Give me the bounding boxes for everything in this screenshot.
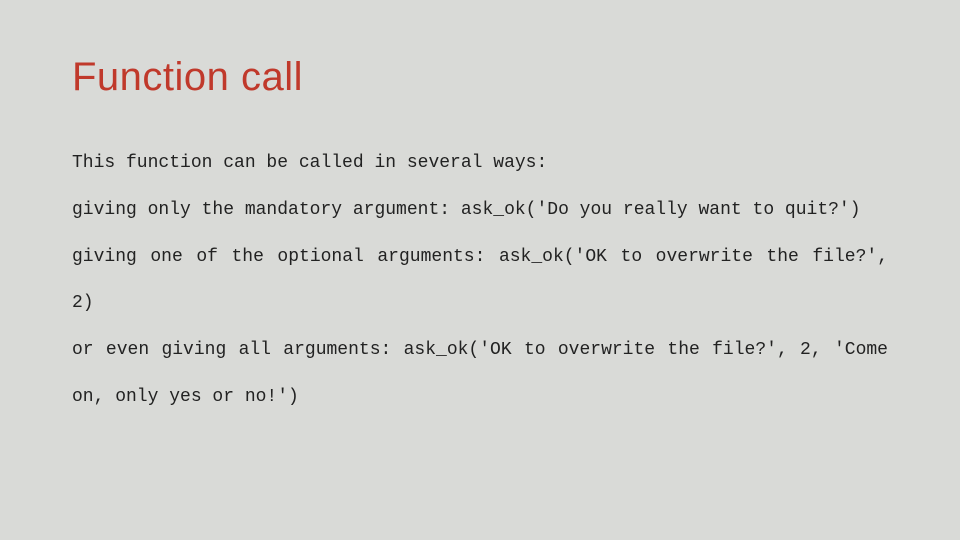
slide-body: This function can be called in several w… bbox=[72, 140, 888, 421]
slide: Function call This function can be calle… bbox=[0, 0, 960, 540]
body-paragraph: giving one of the optional arguments: as… bbox=[72, 234, 888, 328]
body-paragraph: or even giving all arguments: ask_ok('OK… bbox=[72, 327, 888, 421]
body-paragraph: giving only the mandatory argument: ask_… bbox=[72, 187, 888, 234]
body-paragraph: This function can be called in several w… bbox=[72, 140, 888, 187]
slide-title: Function call bbox=[72, 55, 888, 100]
